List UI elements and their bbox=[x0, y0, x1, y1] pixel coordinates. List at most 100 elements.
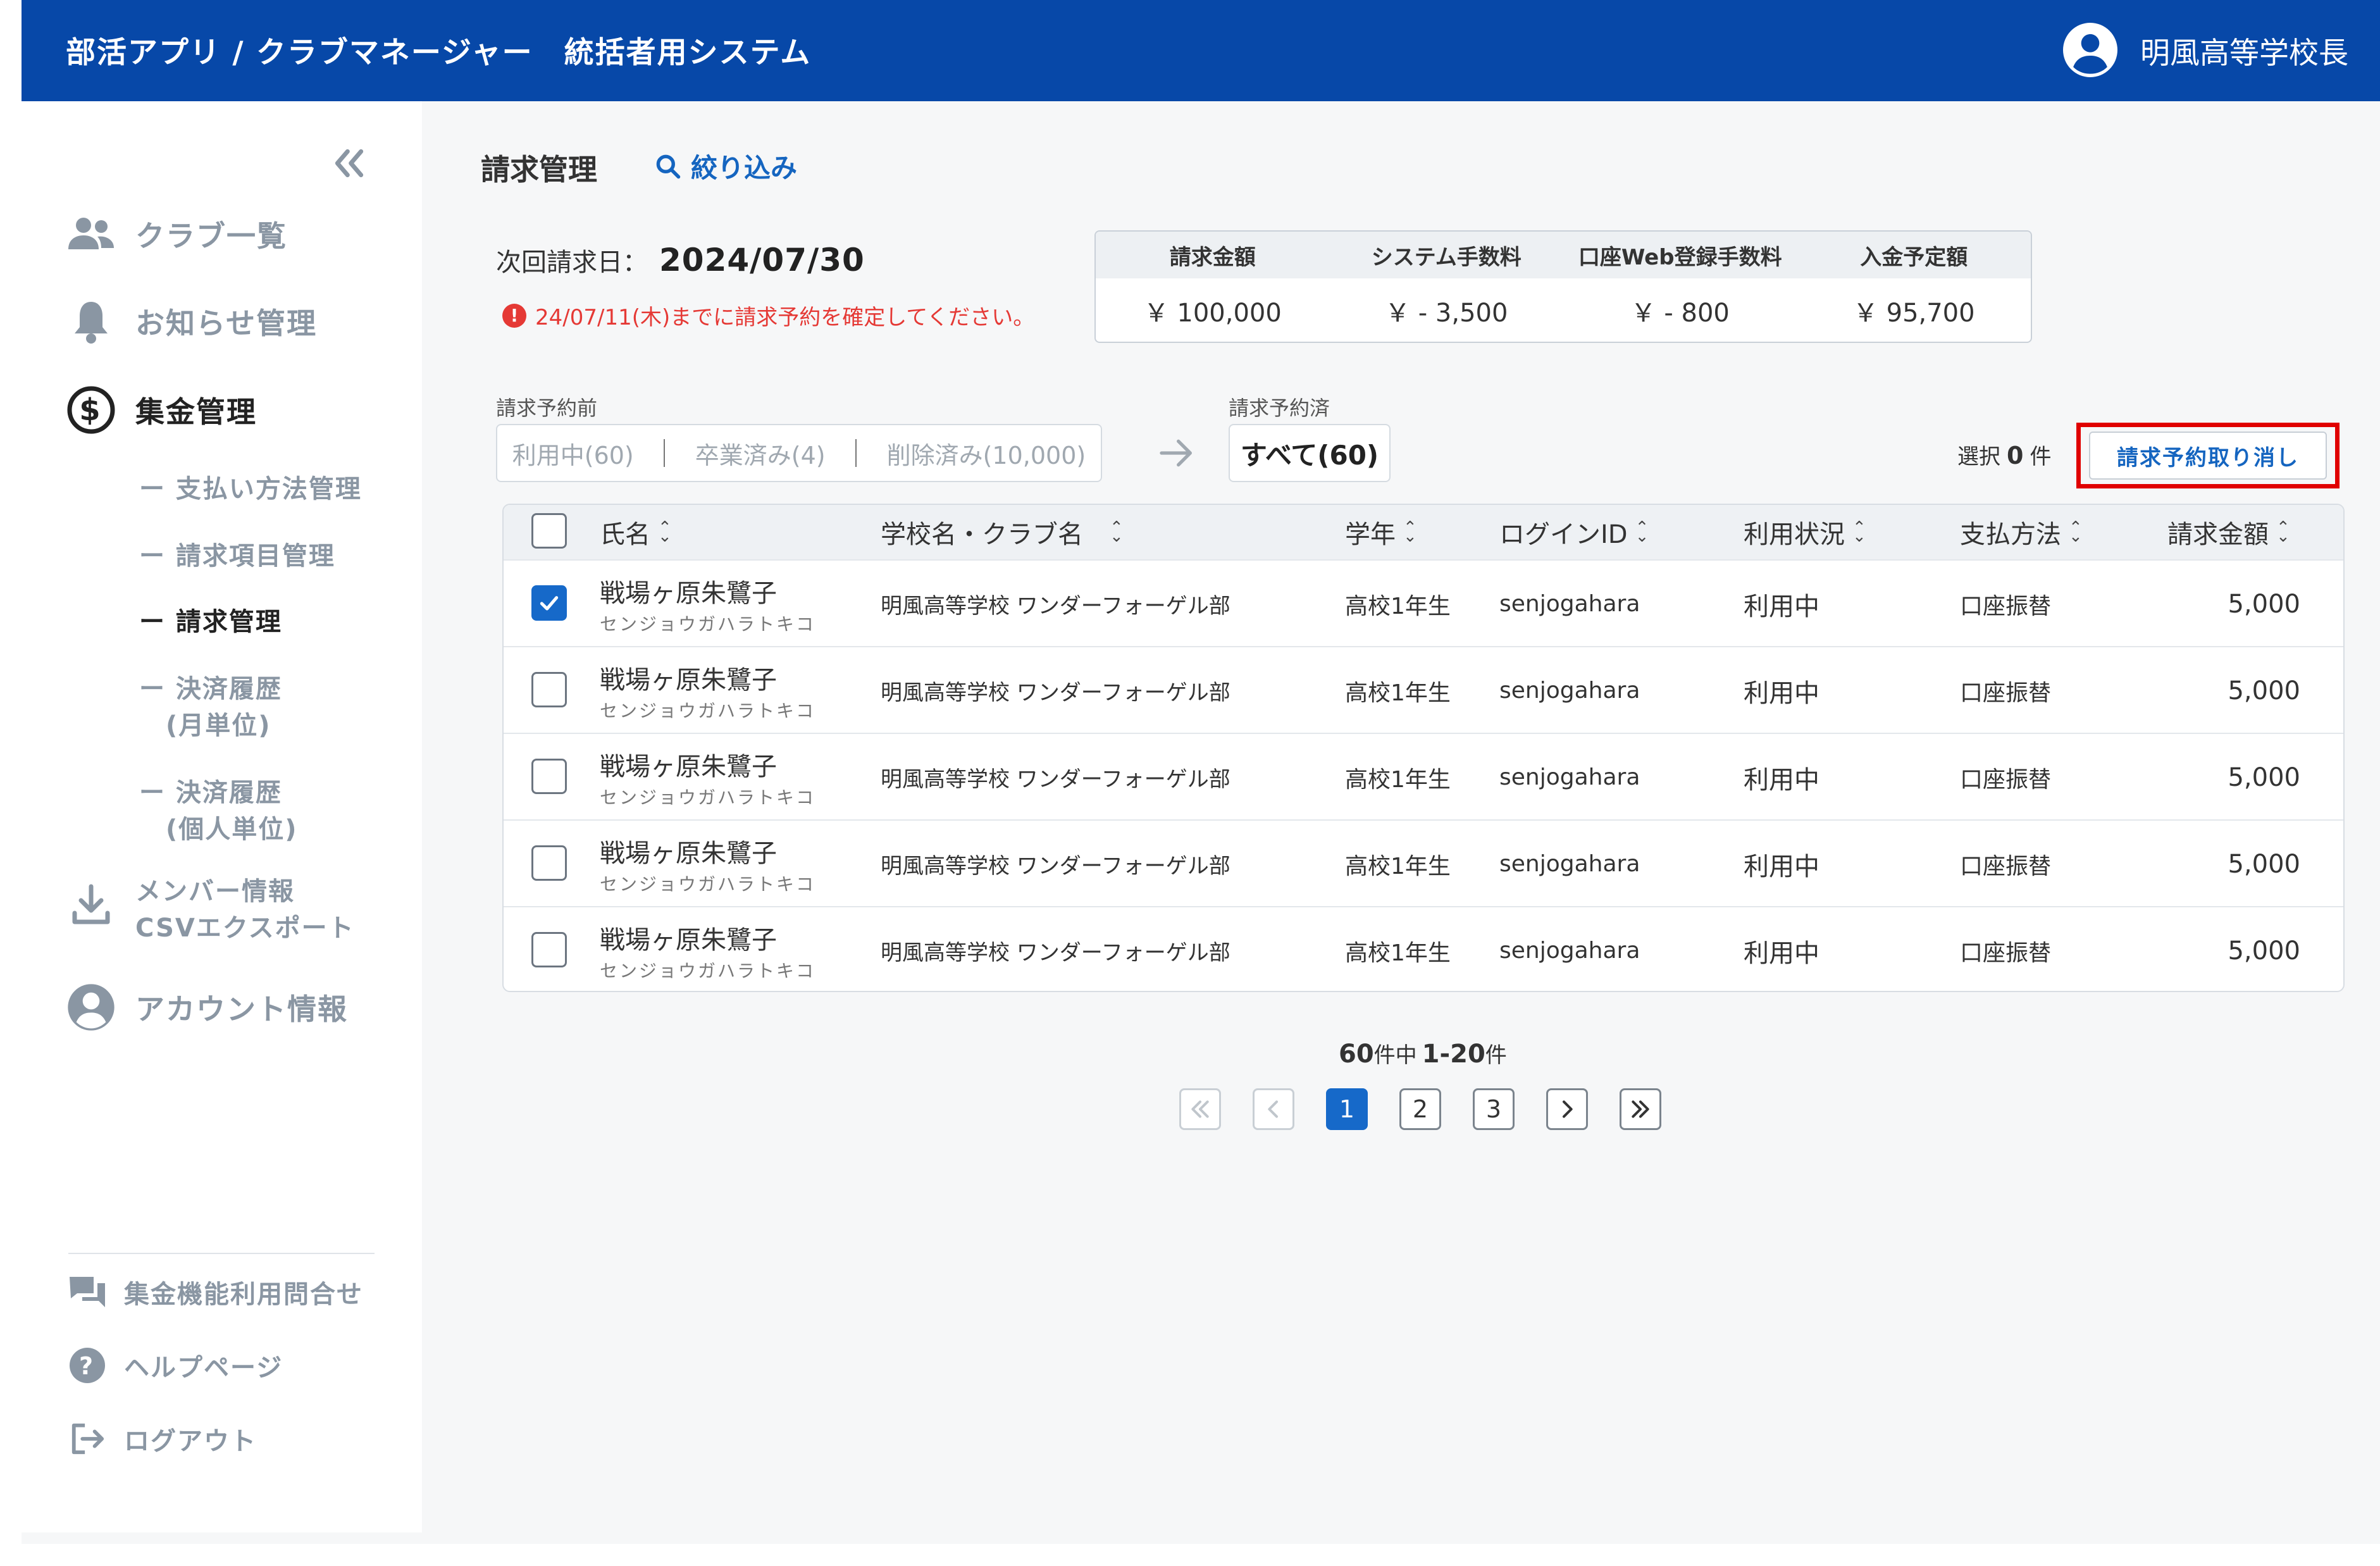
user-menu[interactable]: 明風高等学校長 bbox=[2063, 23, 2348, 77]
filter-link[interactable]: 絞り込み bbox=[654, 147, 797, 185]
cell-amount: 5,000 bbox=[2228, 589, 2300, 619]
summary-value: ￥ 100,000 bbox=[1143, 299, 1282, 328]
member-name: 戦場ヶ原朱鷺子 bbox=[600, 838, 777, 868]
sidebar-subitem-history-monthly[interactable]: ー 決済履歴 (月単位) bbox=[139, 671, 282, 744]
table-row[interactable]: 戦場ヶ原朱鷺子 センジョウガハラトキコ 明風高等学校 ワンダーフォーゲル部 高校1年生… bbox=[504, 733, 2343, 819]
app-frame: 部活アプリ / クラブマネージャー 統括者用システム 明風高等学校長 クラブ一覧… bbox=[22, 0, 2380, 1544]
sidebar: クラブ一覧 お知らせ管理 $ 集金管理 ー 支払い方法管理 ー 請求項目管理 ー bbox=[22, 101, 422, 1532]
member-name: 戦場ヶ原朱鷺子 bbox=[600, 752, 777, 781]
logout-icon bbox=[67, 1419, 108, 1459]
sidebar-subitem-payment-methods[interactable]: ー 支払い方法管理 bbox=[139, 471, 362, 507]
row-checkbox[interactable] bbox=[531, 759, 567, 794]
chevron-right-icon bbox=[1563, 1100, 1573, 1118]
prev-page-button[interactable] bbox=[1253, 1088, 1294, 1130]
sidebar-item-account[interactable]: アカウント情報 bbox=[66, 982, 348, 1033]
next-billing-date-label: 次回請求日： bbox=[496, 248, 648, 277]
cancel-reservation-button[interactable]: 請求予約取り消し bbox=[2089, 432, 2327, 480]
cell-grade: 高校1年生 bbox=[1345, 766, 1451, 793]
segment-all-reserved[interactable]: すべて(60) bbox=[1229, 424, 1391, 482]
row-checkbox[interactable] bbox=[531, 932, 567, 967]
sidebar-item-label: お知らせ管理 bbox=[135, 306, 318, 340]
before-reservation-segments: 利用中(60) 卒業済み(4) 削除済み(10,000) bbox=[496, 424, 1102, 482]
cell-payment: 口座振替 bbox=[1960, 940, 2052, 966]
column-header-amount[interactable]: 請求金額 ⌃ ⌄ bbox=[2167, 505, 2290, 559]
sidebar-item-logout[interactable]: ログアウト bbox=[67, 1419, 257, 1459]
billing-table: 氏名 ⌃ ⌄ 学校名・クラブ名 ⌃ ⌄ 学年 ⌃ ⌄ ログインID ⌃ ⌄ 利用状況 ⌃… bbox=[502, 504, 2345, 992]
segment-deleted[interactable]: 削除済み(10,000) bbox=[887, 436, 1086, 471]
collapse-sidebar-icon[interactable] bbox=[329, 143, 369, 183]
sidebar-item-help[interactable]: ? ヘルプページ bbox=[67, 1345, 283, 1386]
double-chevron-left-icon bbox=[1191, 1100, 1209, 1118]
row-checkbox[interactable] bbox=[531, 585, 567, 621]
cell-school: 明風高等学校 ワンダーフォーゲル部 bbox=[881, 940, 1230, 966]
sidebar-item-inquiry[interactable]: 集金機能利用問合せ bbox=[67, 1272, 363, 1312]
column-header-grade[interactable]: 学年 ⌃ ⌄ bbox=[1345, 505, 1417, 559]
cell-payment: 口座振替 bbox=[1960, 680, 2052, 706]
column-header-payment[interactable]: 支払方法 ⌃ ⌄ bbox=[1960, 505, 2083, 559]
cell-status: 利用中 bbox=[1744, 592, 1819, 621]
cell-login-id: senjogahara bbox=[1499, 591, 1640, 617]
svg-text:?: ? bbox=[79, 1352, 96, 1380]
row-checkbox[interactable] bbox=[531, 845, 567, 881]
sidebar-divider bbox=[68, 1253, 375, 1254]
search-icon bbox=[656, 154, 681, 178]
column-header-name[interactable]: 氏名 ⌃ ⌄ bbox=[600, 505, 672, 559]
dollar-icon: $ bbox=[66, 385, 116, 435]
sidebar-item-clubs[interactable]: クラブ一覧 bbox=[66, 209, 287, 259]
table-row[interactable]: 戦場ヶ原朱鷺子 センジョウガハラトキコ 明風高等学校 ワンダーフォーゲル部 高校1年生… bbox=[504, 819, 2343, 906]
sort-icon: ⌃ ⌄ bbox=[1852, 518, 1866, 546]
cell-name: 戦場ヶ原朱鷺子センジョウガハラトキコ bbox=[600, 907, 816, 991]
select-all-checkbox[interactable] bbox=[531, 513, 567, 549]
pagination-range: 60 件中 1-20 件 bbox=[1339, 1038, 1507, 1069]
page-button-3[interactable]: 3 bbox=[1473, 1088, 1515, 1130]
sidebar-subitem-billing[interactable]: ー 請求管理 bbox=[139, 604, 282, 640]
first-page-button[interactable] bbox=[1179, 1088, 1221, 1130]
table-row[interactable]: 戦場ヶ原朱鷺子 センジョウガハラトキコ 明風高等学校 ワンダーフォーゲル部 高校1年生… bbox=[504, 646, 2343, 733]
account-icon bbox=[66, 982, 116, 1033]
cell-grade: 高校1年生 bbox=[1345, 593, 1451, 619]
cell-payment: 口座振替 bbox=[1960, 766, 2052, 793]
pagination: 1 2 3 bbox=[1179, 1088, 1661, 1130]
top-bar: 部活アプリ / クラブマネージャー 統括者用システム 明風高等学校長 bbox=[22, 0, 2380, 101]
column-header-login-id[interactable]: ログインID ⌃ ⌄ bbox=[1499, 505, 1649, 559]
page-button-2[interactable]: 2 bbox=[1399, 1088, 1441, 1130]
segment-graduated[interactable]: 卒業済み(4) bbox=[695, 436, 826, 471]
page-button-1[interactable]: 1 bbox=[1326, 1088, 1368, 1130]
sidebar-item-collection[interactable]: $ 集金管理 bbox=[66, 385, 257, 435]
member-name: 戦場ヶ原朱鷺子 bbox=[600, 925, 777, 955]
sidebar-item-member-export[interactable]: メンバー情報 CSVエクスポート bbox=[66, 873, 355, 947]
member-kana: センジョウガハラトキコ bbox=[600, 960, 816, 981]
sidebar-item-label2: CSVエクスポート bbox=[135, 914, 355, 943]
sidebar-item-label: クラブ一覧 bbox=[135, 219, 287, 253]
arrow-right-icon bbox=[1160, 439, 1192, 467]
sort-icon: ⌃ ⌄ bbox=[1635, 518, 1649, 546]
users-icon bbox=[66, 209, 116, 259]
summary-header: 請求金額 システム手数料 口座Web登録手数料 入金予定額 bbox=[1096, 232, 2031, 278]
column-header-label: 利用状況 bbox=[1744, 520, 1845, 549]
summary-header-cell: 入金予定額 bbox=[1860, 244, 1968, 270]
sort-icon: ⌃ ⌄ bbox=[2069, 518, 2083, 546]
segment-in-use[interactable]: 利用中(60) bbox=[512, 436, 634, 471]
cell-grade: 高校1年生 bbox=[1345, 853, 1451, 879]
column-header-status[interactable]: 利用状況 ⌃ ⌄ bbox=[1744, 505, 1866, 559]
row-checkbox[interactable] bbox=[531, 672, 567, 707]
chat-icon bbox=[67, 1272, 108, 1312]
sidebar-item-label: 集金機能利用問合せ bbox=[124, 1280, 363, 1309]
sidebar-subitem-history-individual[interactable]: ー 決済履歴 (個人単位) bbox=[139, 774, 298, 848]
alert-icon: ! bbox=[502, 303, 526, 328]
help-icon: ? bbox=[67, 1345, 108, 1386]
column-header-label: 学校名・クラブ名 bbox=[881, 520, 1083, 549]
last-page-button[interactable] bbox=[1620, 1088, 1661, 1130]
table-row[interactable]: 戦場ヶ原朱鷺子 センジョウガハラトキコ 明風高等学校 ワンダーフォーゲル部 高校1年生… bbox=[504, 906, 2343, 991]
member-kana: センジョウガハラトキコ bbox=[600, 613, 816, 635]
table-row[interactable]: 戦場ヶ原朱鷺子 センジョウガハラトキコ 明風高等学校 ワンダーフォーゲル部 高校1年生… bbox=[504, 559, 2343, 646]
sidebar-subitem-label: ー 決済履歴 bbox=[139, 674, 282, 704]
summary-value: ￥ - 800 bbox=[1630, 299, 1730, 328]
sidebar-subitem-billing-items[interactable]: ー 請求項目管理 bbox=[139, 538, 335, 575]
summary-values: ￥ 100,000 ￥ - 3,500 ￥ - 800 ￥ 95,700 bbox=[1096, 278, 2031, 342]
sidebar-item-notices[interactable]: お知らせ管理 bbox=[66, 296, 317, 347]
user-name: 明風高等学校長 bbox=[2140, 35, 2348, 71]
column-header-school[interactable]: 学校名・クラブ名 ⌃ ⌄ bbox=[881, 505, 1124, 559]
segment-separator bbox=[855, 439, 857, 467]
next-page-button[interactable] bbox=[1546, 1088, 1588, 1130]
